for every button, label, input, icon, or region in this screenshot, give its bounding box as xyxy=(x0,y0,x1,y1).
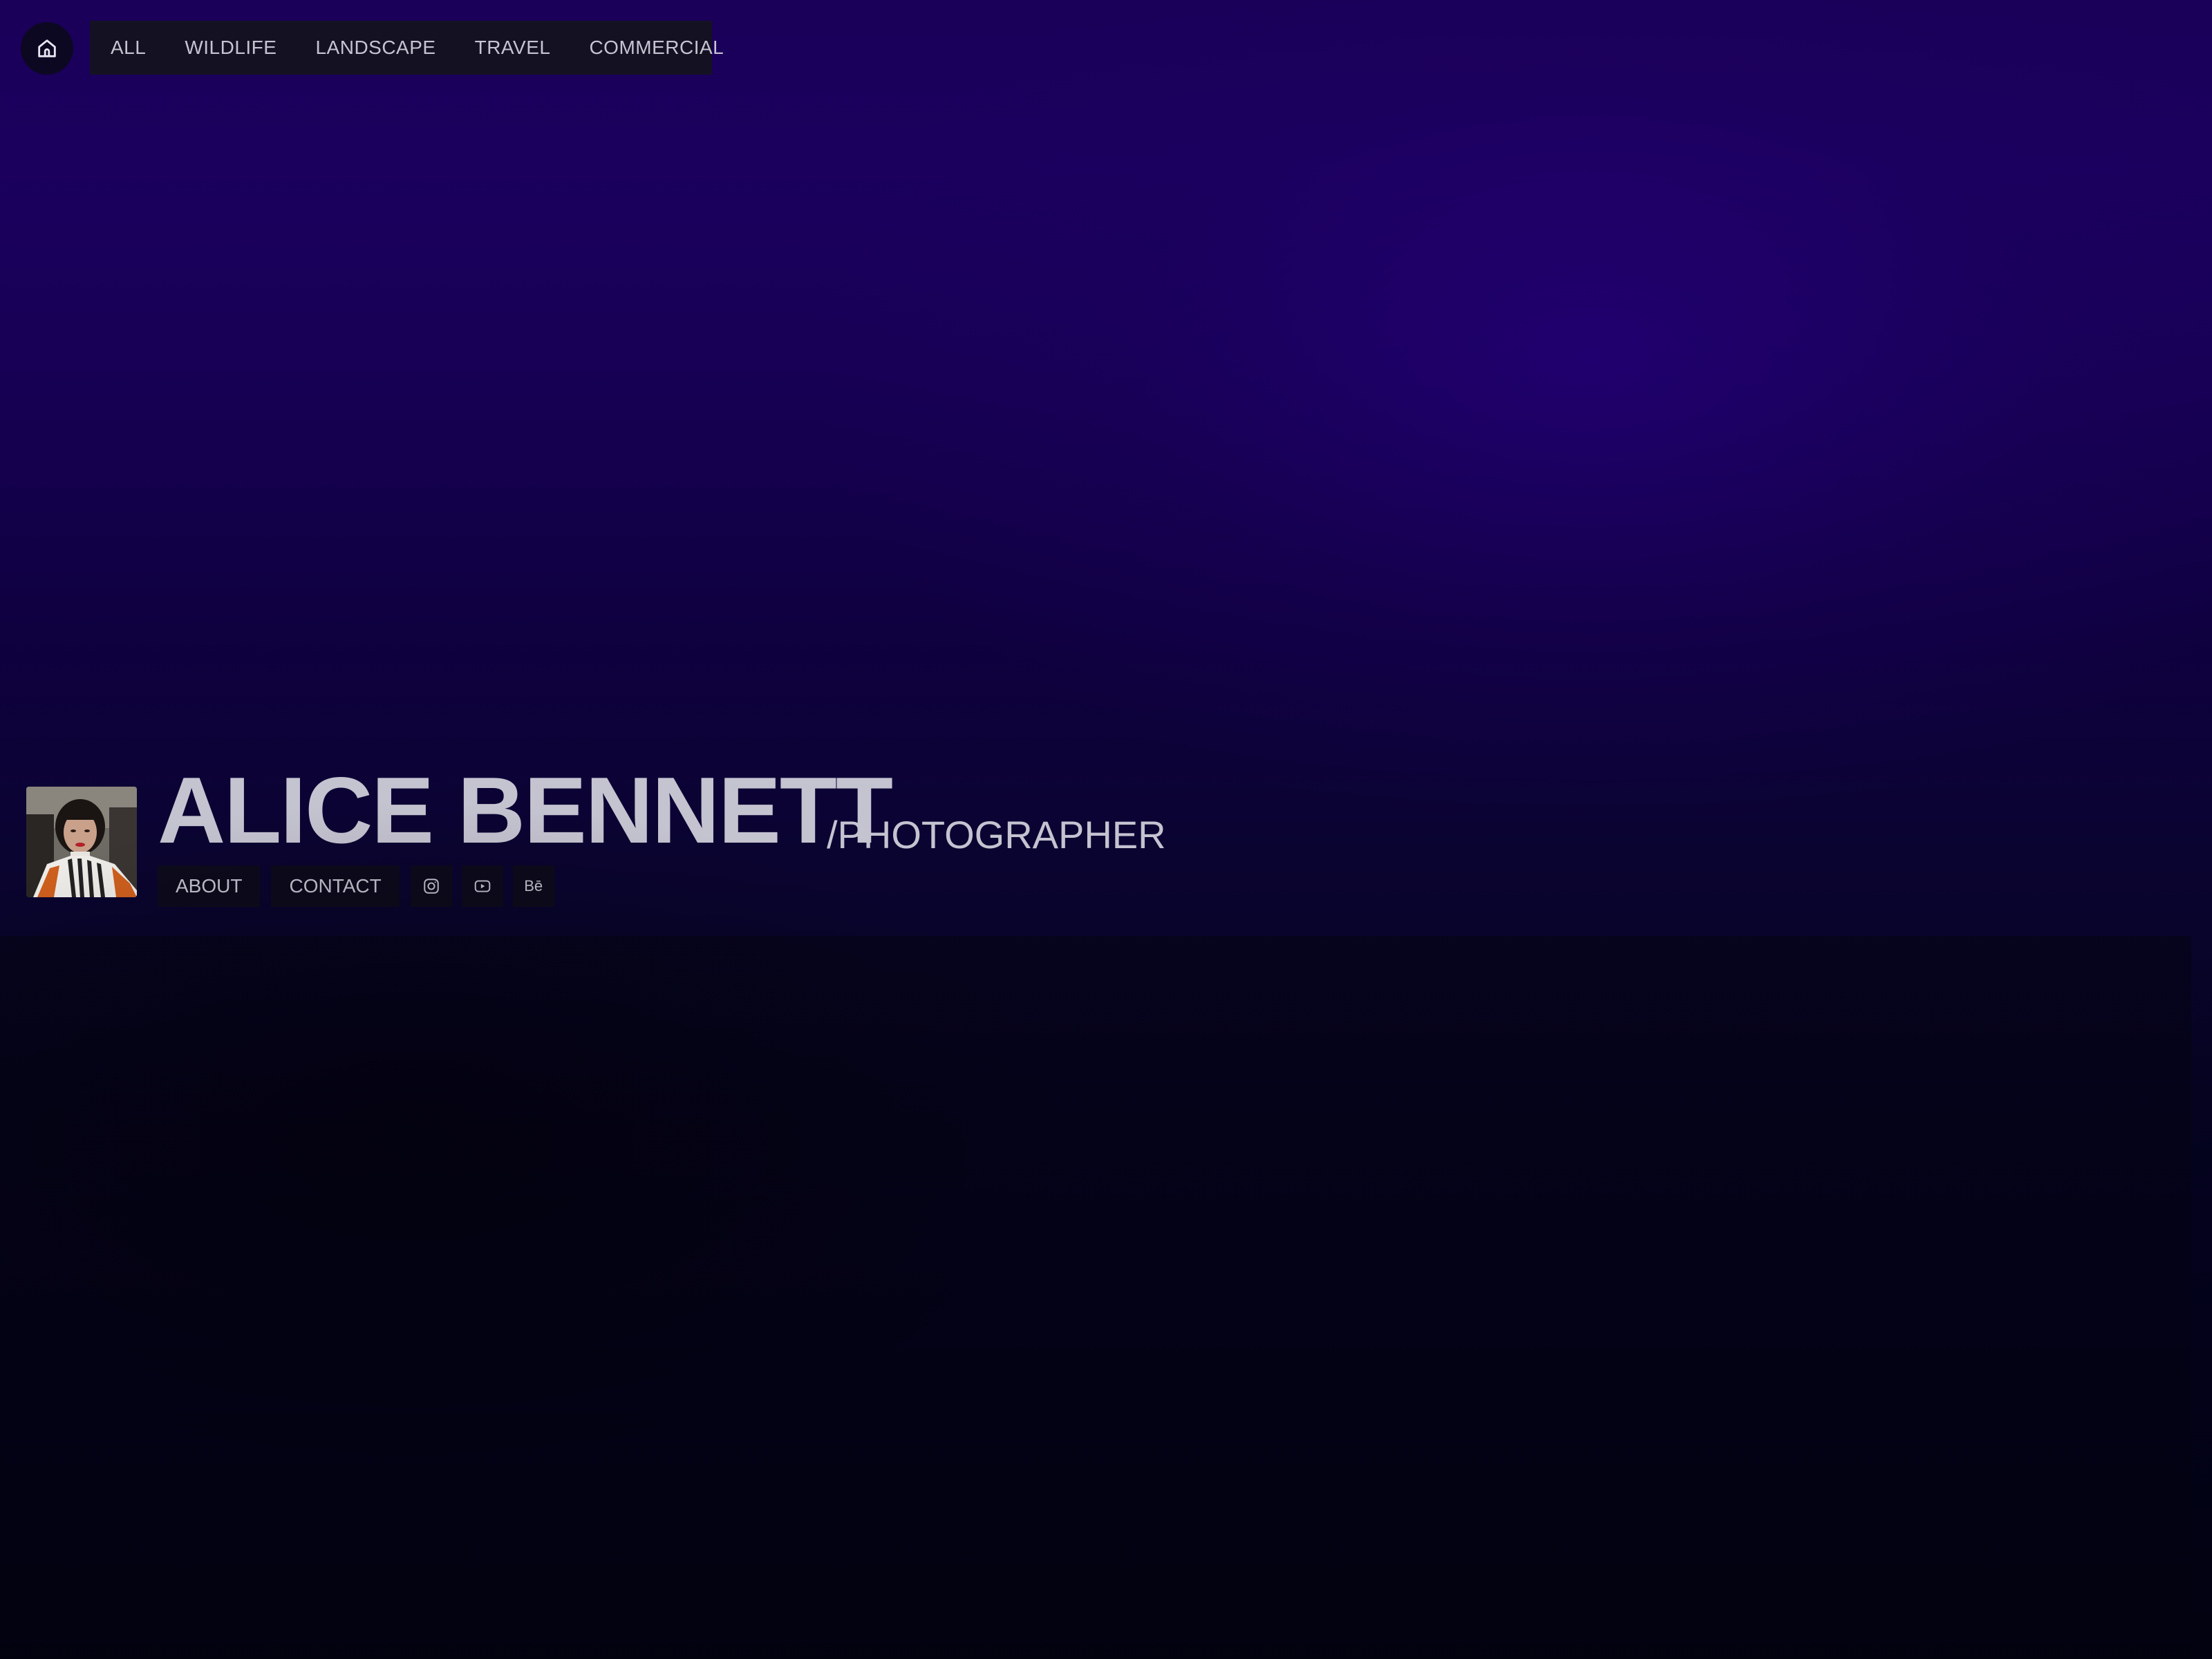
page-title: ALICE BENNETT xyxy=(158,758,893,863)
page-background: ALL WILDLIFE LANDSCAPE TRAVEL COMMERCIAL xyxy=(0,0,2212,1659)
nav-item-landscape[interactable]: LANDSCAPE xyxy=(315,37,435,59)
content-panel xyxy=(0,936,2191,1659)
instagram-button[interactable] xyxy=(410,865,452,907)
nav-item-commercial[interactable]: COMMERCIAL xyxy=(589,37,724,59)
nav-item-travel[interactable]: TRAVEL xyxy=(475,37,551,59)
profile-links: ABOUT CONTACT Bē xyxy=(158,865,564,907)
subtitle-role: /PHOTOGRAPHER xyxy=(827,813,1166,856)
behance-button[interactable]: Bē xyxy=(512,865,554,907)
avatar xyxy=(26,787,137,897)
nav-item-all[interactable]: ALL xyxy=(111,37,146,59)
avatar-photo xyxy=(26,787,137,897)
behance-icon: Bē xyxy=(524,877,543,894)
youtube-icon xyxy=(474,880,490,892)
youtube-button[interactable] xyxy=(461,865,503,907)
about-button[interactable]: ABOUT xyxy=(158,865,261,907)
category-nav: ALL WILDLIFE LANDSCAPE TRAVEL COMMERCIAL xyxy=(90,21,724,75)
nav-item-wildlife[interactable]: WILDLIFE xyxy=(185,37,276,59)
home-button[interactable] xyxy=(21,22,73,75)
home-icon xyxy=(38,39,56,57)
contact-button[interactable]: CONTACT xyxy=(271,865,400,907)
instagram-icon xyxy=(423,879,439,894)
